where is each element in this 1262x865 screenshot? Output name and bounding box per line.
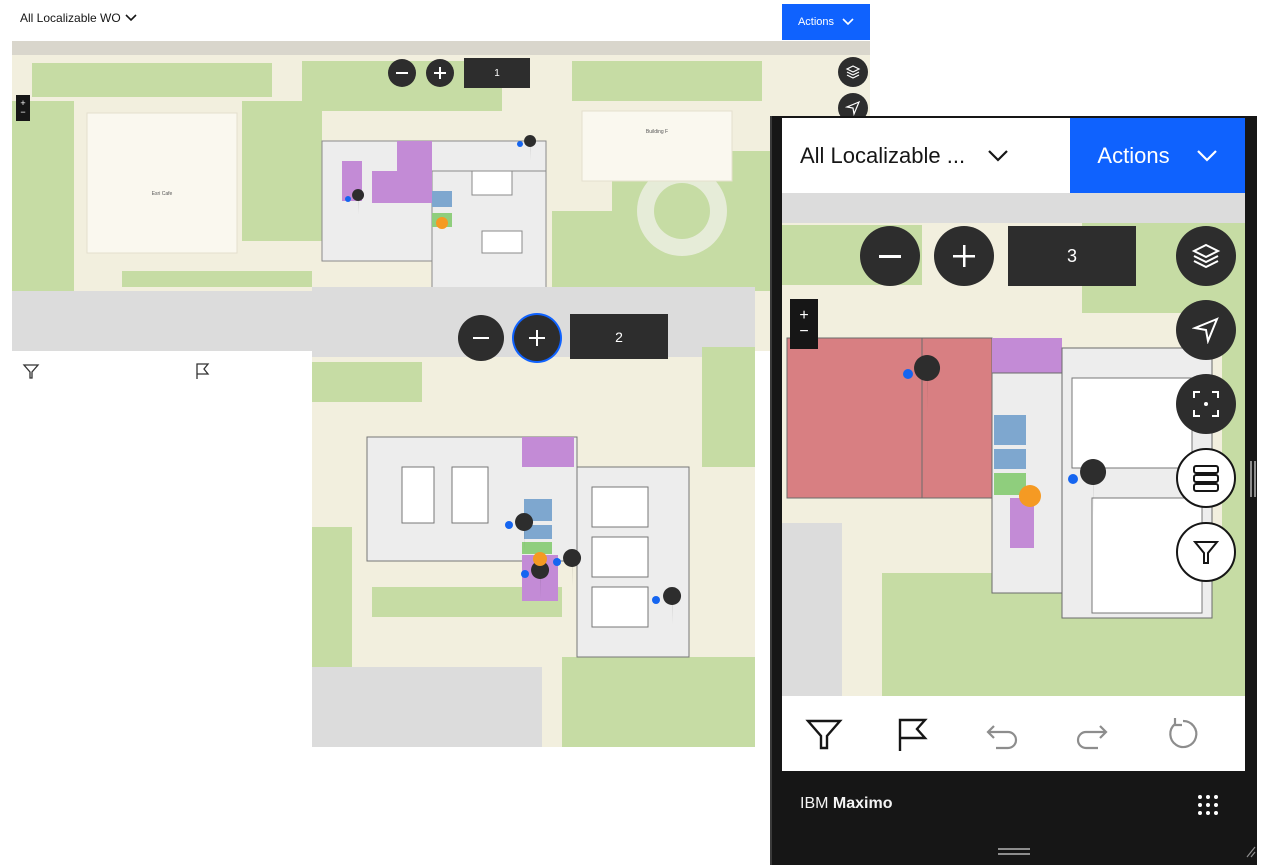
building-label-esri-cafe: Esri Cafe xyxy=(152,191,173,197)
floor-value: 1 xyxy=(494,67,500,79)
chevron-down-icon xyxy=(988,149,1008,162)
filter-dropdown[interactable]: All Localizable ... xyxy=(800,118,1009,193)
floors-icon xyxy=(1193,465,1219,492)
mobile-map-panel: All Localizable ... Actions 3 + − IBM Ma… xyxy=(770,116,1257,865)
filter-icon[interactable] xyxy=(804,714,844,754)
bottom-drag-handle-icon[interactable] xyxy=(998,848,1030,856)
flag-icon[interactable] xyxy=(893,714,933,754)
navigate-button[interactable] xyxy=(1176,300,1236,360)
corner-resize-icon[interactable] xyxy=(1246,844,1256,858)
brand-name: Maximo xyxy=(832,795,893,812)
zoom-out-button[interactable] xyxy=(388,59,416,87)
map-filter-button[interactable] xyxy=(1176,522,1236,582)
mobile-toolbar xyxy=(782,696,1245,771)
navigate-icon xyxy=(845,100,861,116)
zoom-in-mini[interactable]: + xyxy=(799,308,808,324)
flag-icon[interactable] xyxy=(194,362,212,380)
chevron-down-icon xyxy=(125,14,137,22)
floor-selector[interactable]: 1 xyxy=(464,58,530,88)
brand-logo: IBM Maximo xyxy=(800,795,892,813)
layers-icon xyxy=(1191,243,1221,269)
brand-prefix: IBM xyxy=(800,795,833,812)
dropdown-label: All Localizable ... xyxy=(800,142,966,168)
resize-handle-icon[interactable] xyxy=(1250,461,1256,497)
filter-icon[interactable] xyxy=(22,362,40,380)
minus-icon xyxy=(879,254,901,258)
actions-button[interactable]: Actions xyxy=(1070,118,1245,193)
building-label-building-f: Building F xyxy=(646,129,668,135)
focus-icon xyxy=(1193,391,1219,417)
app-switcher-icon[interactable] xyxy=(1196,793,1220,817)
chevron-down-icon xyxy=(842,18,854,26)
zoom-out-button[interactable] xyxy=(458,315,504,361)
zoom-in-button[interactable] xyxy=(934,226,994,286)
mobile-header: All Localizable ... Actions xyxy=(782,118,1245,193)
map-zoom-control[interactable]: + − xyxy=(16,95,30,121)
floor-value: 3 xyxy=(1066,245,1077,266)
chevron-down-icon xyxy=(1196,149,1217,162)
reset-icon[interactable] xyxy=(1163,714,1203,754)
layers-icon xyxy=(845,65,861,79)
zoom-in-button[interactable] xyxy=(514,315,560,361)
dropdown-label: All Localizable WO xyxy=(20,11,121,25)
focus-button[interactable] xyxy=(1176,374,1236,434)
actions-label: Actions xyxy=(1097,142,1170,168)
minus-icon xyxy=(473,337,489,339)
navigate-icon xyxy=(1192,317,1219,344)
zoom-out-mini[interactable]: − xyxy=(799,324,808,340)
mobile-footer: IBM Maximo xyxy=(782,771,1245,839)
redo-icon[interactable] xyxy=(1072,714,1112,754)
filter-dropdown[interactable]: All Localizable WO xyxy=(20,11,137,25)
panel1-toolbar xyxy=(22,362,222,386)
minus-icon xyxy=(396,72,408,74)
map-view-floor-3[interactable]: 3 + − xyxy=(782,193,1245,696)
map-zoom-control[interactable]: + − xyxy=(790,299,818,349)
map-view-floor-2[interactable]: 2 xyxy=(312,287,755,747)
layers-button[interactable] xyxy=(1176,226,1236,286)
actions-label: Actions xyxy=(797,16,835,28)
filter-icon xyxy=(1192,541,1220,564)
layers-button[interactable] xyxy=(838,57,868,87)
plus-icon xyxy=(953,245,975,267)
plus-icon xyxy=(529,330,545,346)
floors-button[interactable] xyxy=(1176,448,1236,508)
zoom-out-mini[interactable]: − xyxy=(20,108,25,117)
zoom-out-button[interactable] xyxy=(860,226,920,286)
undo-icon[interactable] xyxy=(982,714,1022,754)
zoom-in-button[interactable] xyxy=(426,59,454,87)
floor-selector[interactable]: 2 xyxy=(570,314,668,359)
plus-icon xyxy=(434,67,446,79)
floor-selector[interactable]: 3 xyxy=(1008,226,1136,286)
actions-button[interactable]: Actions xyxy=(782,4,870,40)
floor-value: 2 xyxy=(615,328,623,345)
